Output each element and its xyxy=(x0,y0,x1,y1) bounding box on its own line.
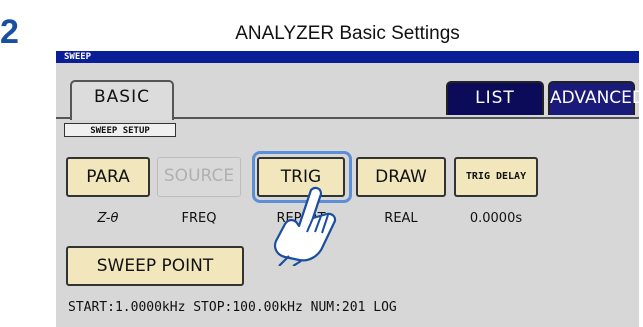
source-button[interactable]: SOURCE xyxy=(157,157,241,197)
trig-delay-value: 0.0000s xyxy=(469,211,523,226)
para-button[interactable]: PARA xyxy=(66,157,150,197)
tab-list[interactable]: LIST xyxy=(446,81,544,115)
hand-pointer-icon xyxy=(273,186,337,266)
draw-value: REAL xyxy=(384,211,418,226)
para-value: Z-θ xyxy=(97,211,119,226)
tab-advanced[interactable]: ADVANCED xyxy=(548,81,639,115)
trig-delay-button[interactable]: TRIG DELAY xyxy=(454,157,538,197)
draw-button[interactable]: DRAW xyxy=(356,157,446,197)
sweep-point-button[interactable]: SWEEP POINT xyxy=(66,246,244,286)
tab-divider-gap xyxy=(72,117,172,119)
step-number: 2 xyxy=(0,13,19,51)
source-value: FREQ xyxy=(181,211,217,226)
tab-basic[interactable]: BASIC xyxy=(70,80,174,120)
mode-indicator: SWEEP xyxy=(56,51,639,63)
analyzer-screen: ANALYZER Basic Settings SWEEP BASIC LIST… xyxy=(56,17,639,327)
page-title: ANALYZER Basic Settings xyxy=(56,17,639,51)
sweep-status: START:1.0000kHz STOP:100.00kHz NUM:201 L… xyxy=(68,300,397,315)
section-label-sweep-setup: SWEEP SETUP xyxy=(64,123,176,137)
